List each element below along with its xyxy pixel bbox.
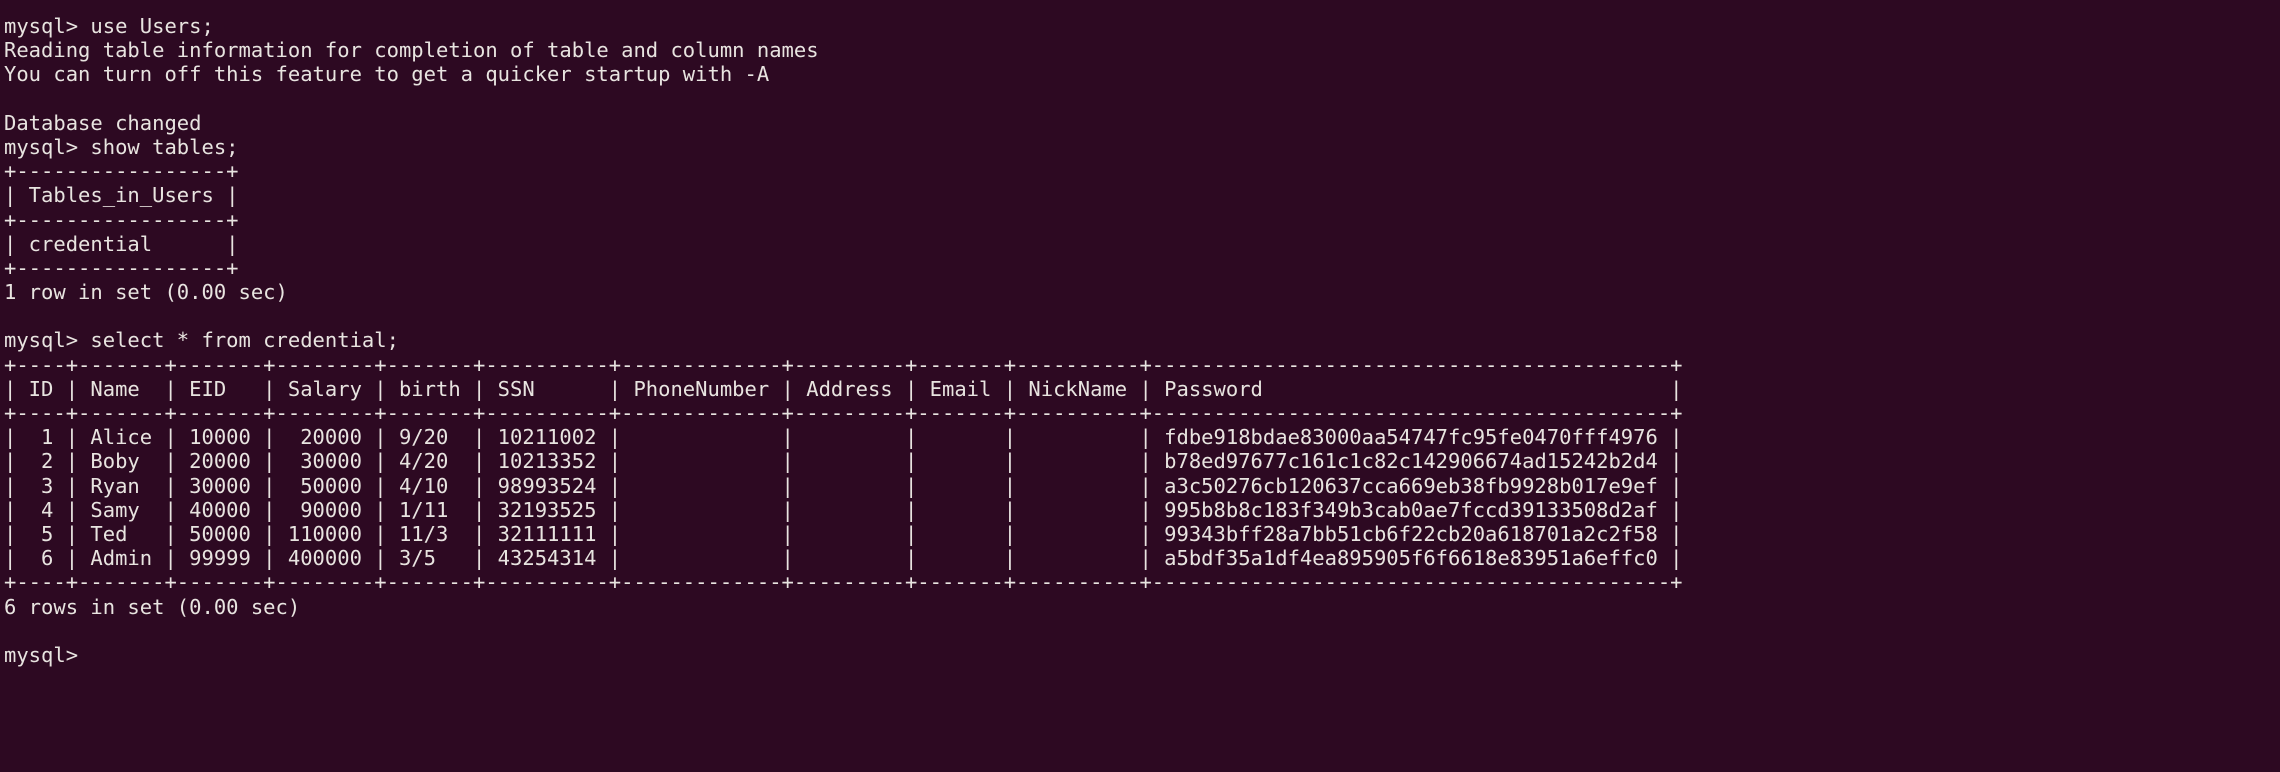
terminal-window[interactable]: mysql> use Users; Reading table informati… <box>0 0 2280 772</box>
terminal-line: mysql> <box>4 642 91 667</box>
terminal-line: | ID | Name | EID | Salary | birth | SSN… <box>4 376 1683 401</box>
terminal-line: | 3 | Ryan | 30000 | 50000 | 4/10 | 9899… <box>4 473 1683 498</box>
terminal-line: mysql> show tables; <box>4 134 239 159</box>
terminal-line: +----+-------+-------+--------+-------+-… <box>4 352 1683 377</box>
terminal-line: mysql> select * from credential; <box>4 328 399 353</box>
terminal-line: +-----------------+ <box>4 207 239 232</box>
terminal-line: 6 rows in set (0.00 sec) <box>4 594 301 619</box>
terminal-line: | 5 | Ted | 50000 | 110000 | 11/3 | 3211… <box>4 521 1683 546</box>
terminal-line: +----+-------+-------+--------+-------+-… <box>4 401 1683 425</box>
terminal-line: | credential | <box>4 231 239 256</box>
terminal-line: | Tables_in_Users | <box>4 183 239 208</box>
terminal-line: | 1 | Alice | 10000 | 20000 | 9/20 | 102… <box>4 425 1683 450</box>
terminal-line: Database changed <box>4 110 202 135</box>
terminal-line: | 6 | Admin | 99999 | 400000 | 3/5 | 432… <box>4 546 1683 571</box>
terminal-line: Reading table information for completion… <box>4 38 819 63</box>
terminal-output[interactable]: mysql> use Users; Reading table informati… <box>4 14 2280 667</box>
terminal-line: +-----------------+ <box>4 255 239 280</box>
terminal-line: | 4 | Samy | 40000 | 90000 | 1/11 | 3219… <box>4 497 1683 522</box>
terminal-line: +----+-------+-------+--------+-------+-… <box>4 570 1683 595</box>
terminal-line: | 2 | Boby | 20000 | 30000 | 4/20 | 1021… <box>4 449 1683 474</box>
terminal-line: +-----------------+ <box>4 159 239 184</box>
terminal-line: mysql> use Users; <box>4 14 214 38</box>
terminal-line: You can turn off this feature to get a q… <box>4 62 770 87</box>
terminal-line: 1 row in set (0.00 sec) <box>4 280 288 305</box>
